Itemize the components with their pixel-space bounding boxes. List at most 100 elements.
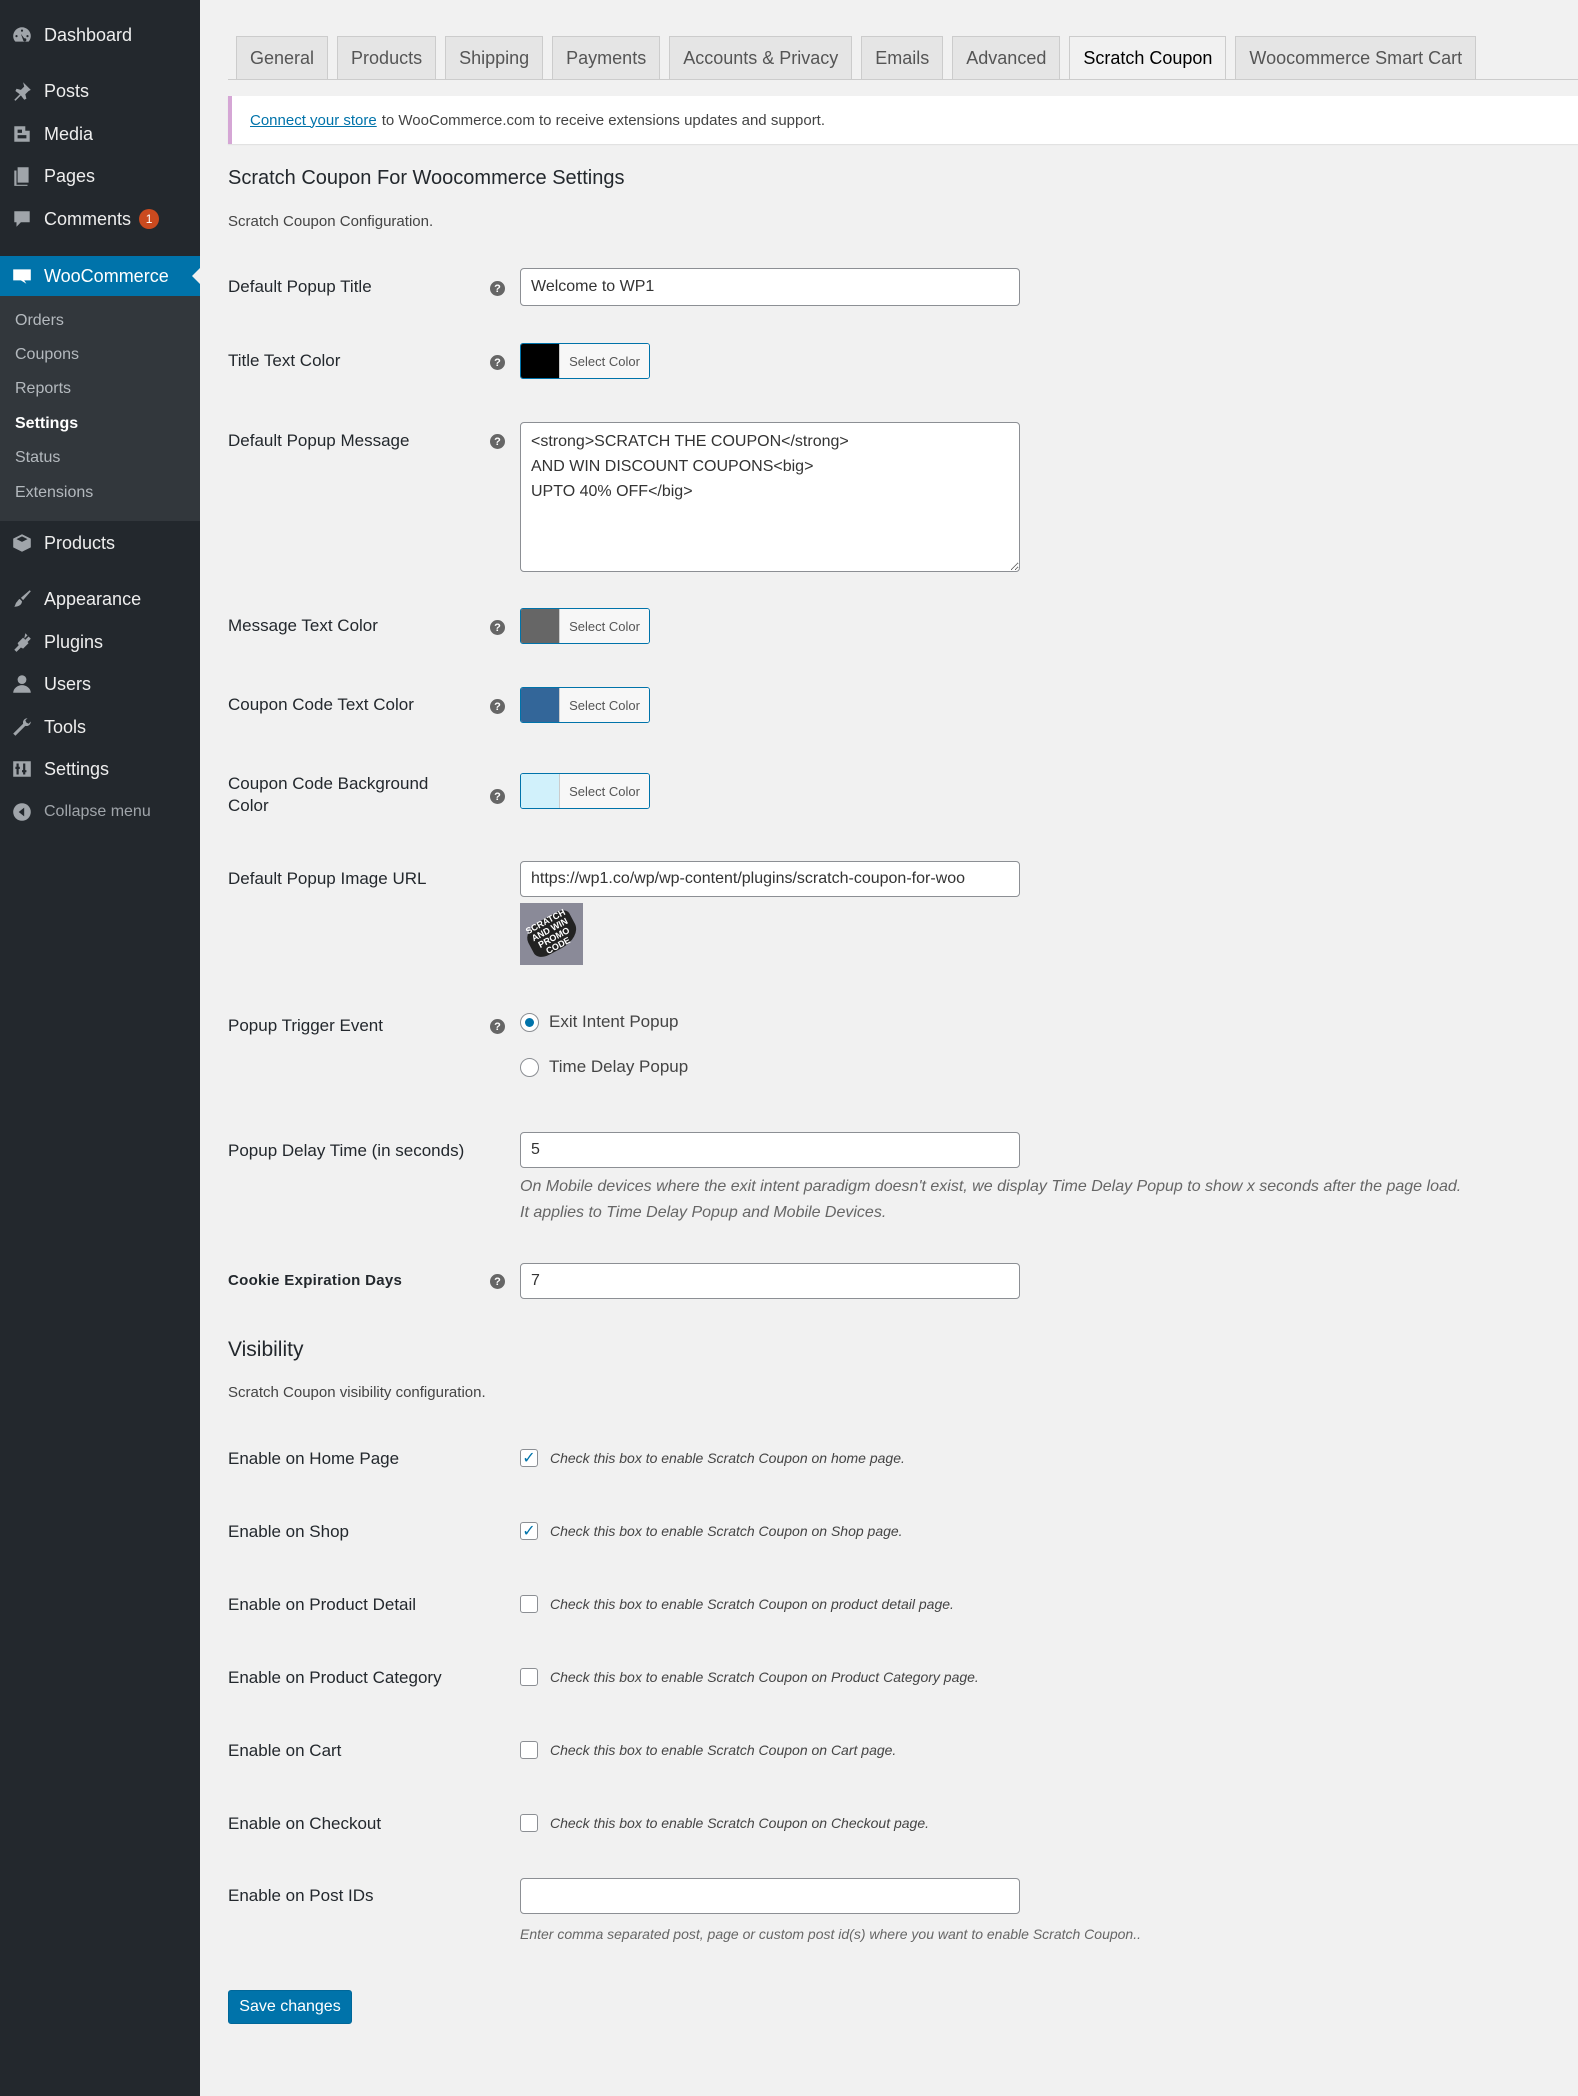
coupon-bg-color-label: Coupon Code Background Color <box>228 774 429 815</box>
post-ids-note: Enter comma separated post, page or cust… <box>520 1926 1141 1942</box>
popup-title-input[interactable]: Welcome to WP1 <box>520 268 1020 306</box>
pin-icon <box>0 80 44 102</box>
menu-posts-label: Posts <box>44 80 90 101</box>
comments-count-badge: 1 <box>139 209 160 229</box>
tab-payments[interactable]: Payments <box>552 36 661 79</box>
trigger-time-delay-option[interactable]: Time Delay Popup <box>520 1057 688 1077</box>
submenu-settings[interactable]: Settings <box>15 415 78 433</box>
save-changes-button[interactable]: Save changes <box>228 1990 352 2024</box>
help-icon[interactable]: ? <box>490 281 505 296</box>
menu-pages[interactable]: Pages <box>0 156 200 196</box>
visibility-checkbox-text: Check this box to enable Scratch Coupon … <box>550 1450 905 1466</box>
menu-comments-label: Comments <box>44 208 132 229</box>
menu-woocommerce-label: WooCommerce <box>44 265 169 286</box>
woocommerce-submenu: Orders Coupons Reports Settings Status E… <box>0 296 200 521</box>
tab-shipping[interactable]: Shipping <box>445 36 544 79</box>
menu-settings-label: Settings <box>44 758 110 779</box>
menu-posts[interactable]: Posts <box>0 71 200 111</box>
menu-users[interactable]: Users <box>0 664 200 704</box>
visibility-checkbox-row[interactable]: ✓ Check this box to enable Scratch Coupon… <box>520 1449 905 1467</box>
checkbox-unchecked[interactable] <box>520 1741 538 1759</box>
checkbox-unchecked[interactable] <box>520 1595 538 1613</box>
menu-settings[interactable]: Settings <box>0 749 200 789</box>
connect-store-notice: Connect your store to WooCommerce.com to… <box>228 96 1578 144</box>
wrench-icon <box>0 716 44 738</box>
help-icon[interactable]: ? <box>490 699 505 714</box>
trigger-time-delay-label: Time Delay Popup <box>549 1057 689 1076</box>
submenu-extensions[interactable]: Extensions <box>15 484 93 502</box>
connect-store-link[interactable]: Connect your store <box>250 112 377 129</box>
menu-pages-label: Pages <box>44 165 96 186</box>
visibility-checkbox-text: Check this box to enable Scratch Coupon … <box>550 1596 954 1612</box>
thumbnail-graphic: SCRATCH AND WIN PROMO CODE <box>521 907 582 961</box>
help-icon[interactable]: ? <box>490 789 505 804</box>
media-icon <box>0 123 44 145</box>
help-icon[interactable]: ? <box>490 1274 505 1289</box>
select-color-text: Select Color <box>559 344 649 378</box>
delay-time-input[interactable]: 5 <box>520 1132 1020 1168</box>
menu-tools-label: Tools <box>44 716 87 737</box>
help-icon[interactable]: ? <box>490 1019 505 1034</box>
menu-plugins[interactable]: Plugins <box>0 622 200 662</box>
tab-accounts-privacy[interactable]: Accounts & Privacy <box>669 36 853 79</box>
submenu-coupons[interactable]: Coupons <box>15 346 79 364</box>
radio-unselected[interactable] <box>520 1057 539 1077</box>
popup-message-textarea[interactable]: <strong>SCRATCH THE COUPON</strong> AND … <box>520 422 1020 572</box>
tabs-divider <box>228 79 1578 80</box>
cookie-days-label: Cookie Expiration Days <box>228 1272 403 1289</box>
settings-section-desc: Scratch Coupon Configuration. <box>228 213 434 230</box>
box-icon <box>0 532 44 554</box>
message-color-picker[interactable]: Select Color <box>520 608 650 644</box>
tab-scratch-coupon[interactable]: Scratch Coupon <box>1069 36 1227 80</box>
visibility-checkbox-row[interactable]: Check this box to enable Scratch Coupon … <box>520 1814 929 1832</box>
menu-products-label: Products <box>44 532 116 553</box>
menu-woocommerce[interactable]: WooCommerce <box>0 256 200 296</box>
title-color-picker[interactable]: Select Color <box>520 343 650 379</box>
plug-icon <box>0 631 44 653</box>
menu-dashboard[interactable]: Dashboard <box>0 15 200 55</box>
image-url-input[interactable]: https://wp1.co/wp/wp-content/plugins/scr… <box>520 861 1020 897</box>
select-color-text: Select Color <box>559 774 649 808</box>
menu-products[interactable]: Products <box>0 523 200 563</box>
coupon-bg-color-picker[interactable]: Select Color <box>520 773 650 809</box>
menu-appearance[interactable]: Appearance <box>0 579 200 619</box>
visibility-checkbox-row[interactable]: ✓ Check this box to enable Scratch Coupon… <box>520 1522 903 1540</box>
tab-emails[interactable]: Emails <box>861 36 944 79</box>
trigger-exit-intent-option[interactable]: Exit Intent Popup <box>520 1012 678 1032</box>
tab-products[interactable]: Products <box>337 36 437 79</box>
visibility-checkbox-row[interactable]: Check this box to enable Scratch Coupon … <box>520 1668 979 1686</box>
settings-section-title: Scratch Coupon For Woocommerce Settings <box>228 167 625 189</box>
popup-image-thumbnail: SCRATCH AND WIN PROMO CODE <box>520 903 583 965</box>
menu-tools[interactable]: Tools <box>0 707 200 747</box>
help-icon[interactable]: ? <box>490 355 505 370</box>
user-icon <box>0 673 44 695</box>
comment-icon <box>0 208 44 230</box>
tab-advanced[interactable]: Advanced <box>952 36 1061 79</box>
visibility-checkbox-row[interactable]: Check this box to enable Scratch Coupon … <box>520 1741 896 1759</box>
radio-selected[interactable] <box>520 1012 539 1032</box>
checkbox-checked[interactable]: ✓ <box>520 1522 538 1540</box>
tab-general[interactable]: General <box>236 36 329 79</box>
post-ids-input[interactable] <box>520 1878 1020 1914</box>
tab-woocommerce-smart-cart[interactable]: Woocommerce Smart Cart <box>1235 36 1477 79</box>
help-icon[interactable]: ? <box>490 434 505 449</box>
submenu-status[interactable]: Status <box>15 449 60 467</box>
cookie-days-input[interactable]: 7 <box>520 1263 1020 1299</box>
visibility-checkbox-text: Check this box to enable Scratch Coupon … <box>550 1815 930 1831</box>
checkbox-unchecked[interactable] <box>520 1668 538 1686</box>
delay-note-line1: On Mobile devices where the exit intent … <box>520 1178 1462 1195</box>
collapse-menu-button[interactable]: Collapse menu <box>0 792 200 832</box>
help-icon[interactable]: ? <box>490 620 505 635</box>
visibility-checkbox-row[interactable]: Check this box to enable Scratch Coupon … <box>520 1595 954 1613</box>
checkbox-checked[interactable]: ✓ <box>520 1449 538 1467</box>
menu-media[interactable]: Media <box>0 114 200 154</box>
pages-icon <box>0 165 44 187</box>
collapse-icon <box>0 801 44 823</box>
title-color-label: Title Text Color <box>228 351 341 370</box>
coupon-text-color-picker[interactable]: Select Color <box>520 687 650 723</box>
checkbox-unchecked[interactable] <box>520 1814 538 1832</box>
collapse-menu-label: Collapse menu <box>44 803 151 820</box>
submenu-reports[interactable]: Reports <box>15 380 71 398</box>
menu-comments[interactable]: Comments 1 <box>0 199 200 239</box>
submenu-orders[interactable]: Orders <box>15 312 64 330</box>
